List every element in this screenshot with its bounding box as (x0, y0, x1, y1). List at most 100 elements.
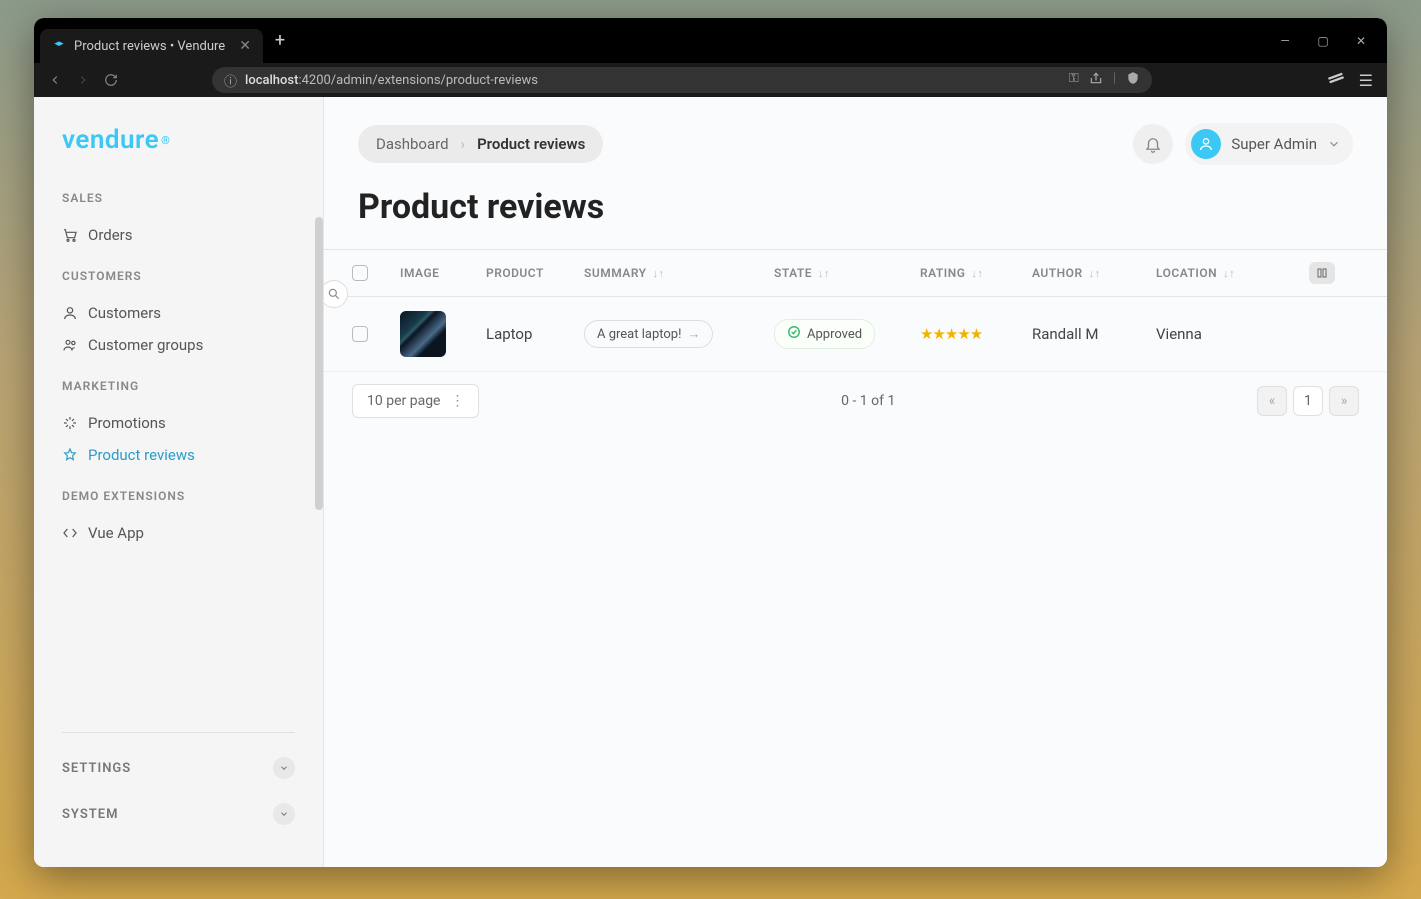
sidebar-system-label: SYSTEM (62, 807, 118, 822)
sort-icon: ↓↑ (1223, 267, 1235, 280)
table-header-row: IMAGE PRODUCT SUMMARY↓↑ STATE↓↑ RATING↓↑… (324, 249, 1387, 297)
sidebar-item-orders[interactable]: Orders (62, 219, 295, 251)
main-content: Dashboard › Product reviews Super Admin (324, 97, 1387, 867)
url-field[interactable]: ⓘ localhost :4200/admin/extensions/produ… (212, 67, 1152, 93)
user-icon (1198, 136, 1214, 152)
browser-titlebar: Product reviews • Vendure ✕ + — ▢ ✕ (34, 18, 1387, 63)
nav-section-sales: SALES Orders (34, 191, 323, 251)
column-product: PRODUCT (486, 266, 584, 280)
pagination-range: 0 - 1 of 1 (841, 393, 895, 409)
nav-forward-button[interactable] (76, 73, 90, 87)
breadcrumb-current: Product reviews (477, 135, 585, 153)
page-title: Product reviews (324, 187, 1387, 249)
pagination: « 1 » (1257, 386, 1359, 416)
sidebar-item-label: Vue App (88, 524, 144, 542)
arrow-right-icon: → (687, 326, 700, 342)
browser-menu-button[interactable]: ☰ (1359, 71, 1373, 90)
shield-icon[interactable] (1126, 71, 1140, 89)
sidebar-item-customer-groups[interactable]: Customer groups (62, 329, 295, 361)
browser-tab[interactable]: Product reviews • Vendure ✕ (40, 29, 263, 63)
sidebar-item-label: Orders (88, 226, 133, 244)
sidebar-item-vue-app[interactable]: Vue App (62, 517, 295, 549)
new-tab-button[interactable]: + (275, 30, 285, 51)
brand-logo[interactable]: vendure® (34, 97, 323, 173)
users-icon (62, 337, 78, 353)
per-page-selector[interactable]: 10 per page ⋮ (352, 384, 479, 418)
rating-stars: ★★★★★ (920, 325, 1032, 343)
column-location[interactable]: LOCATION↓↑ (1156, 266, 1290, 280)
user-icon (62, 305, 78, 321)
nav-heading-marketing: MARKETING (62, 379, 295, 393)
sidebar-item-label: Customer groups (88, 336, 203, 354)
sidebar-scrollbar[interactable] (315, 217, 323, 667)
select-all-checkbox[interactable] (352, 265, 368, 281)
nav-section-customers: CUSTOMERS Customers Customer groups (34, 269, 323, 361)
site-info-icon[interactable]: ⓘ (224, 71, 237, 90)
sort-icon: ↓↑ (1089, 267, 1101, 280)
sort-icon: ↓↑ (653, 267, 665, 280)
cart-icon (62, 227, 78, 243)
sidebar-item-label: Customers (88, 304, 161, 322)
sidebar-item-label: Product reviews (88, 446, 195, 464)
page-next[interactable]: » (1329, 386, 1359, 416)
sort-icon: ↓↑ (971, 267, 983, 280)
column-settings-button[interactable] (1309, 262, 1335, 284)
bell-icon (1144, 135, 1162, 153)
page-header: Dashboard › Product reviews Super Admin (324, 97, 1387, 187)
check-circle-icon (787, 325, 801, 343)
cell-location: Vienna (1156, 325, 1290, 343)
product-thumbnail[interactable] (400, 311, 446, 357)
user-name: Super Admin (1231, 135, 1317, 153)
chevron-right-icon: › (461, 135, 466, 153)
summary-chip[interactable]: A great laptop! → (584, 320, 713, 348)
table-row: Laptop A great laptop! → Approved ★★★ (324, 297, 1387, 372)
sidebar-divider (62, 732, 295, 733)
nav-heading-customers: CUSTOMERS (62, 269, 295, 283)
sidebar-item-customers[interactable]: Customers (62, 297, 295, 329)
avatar (1191, 129, 1221, 159)
chevron-down-icon (273, 757, 295, 779)
sidebar-settings[interactable]: SETTINGS (62, 745, 295, 791)
column-rating[interactable]: RATING↓↑ (920, 266, 1032, 280)
user-menu[interactable]: Super Admin (1185, 123, 1353, 165)
nav-heading-demo: DEMO EXTENSIONS (62, 489, 295, 503)
sidebar-item-reviews[interactable]: Product reviews (62, 439, 295, 471)
breadcrumb-root[interactable]: Dashboard (376, 135, 449, 153)
nav-section-marketing: MARKETING Promotions Product reviews (34, 379, 323, 471)
tab-favicon-icon (52, 39, 66, 53)
maximize-button[interactable]: ▢ (1313, 34, 1333, 48)
close-window-button[interactable]: ✕ (1351, 34, 1371, 48)
table-footer: 10 per page ⋮ 0 - 1 of 1 « 1 » (324, 372, 1387, 430)
sparkle-icon (62, 415, 78, 431)
minimize-button[interactable]: — (1275, 34, 1295, 48)
star-icon (62, 447, 78, 463)
code-icon (62, 525, 78, 541)
page-current[interactable]: 1 (1293, 386, 1323, 416)
page-prev[interactable]: « (1257, 386, 1287, 416)
column-author[interactable]: AUTHOR↓↑ (1032, 266, 1156, 280)
notifications-button[interactable] (1133, 124, 1173, 164)
browser-window: Product reviews • Vendure ✕ + — ▢ ✕ ⓘ lo… (34, 18, 1387, 867)
nav-back-button[interactable] (48, 73, 62, 87)
chevron-down-icon (1327, 137, 1341, 151)
nav-reload-button[interactable] (104, 73, 118, 87)
extension-icon[interactable] (1327, 69, 1345, 91)
tab-close-icon[interactable]: ✕ (239, 38, 251, 54)
sidebar: vendure® SALES Orders CUSTOMERS Customer… (34, 97, 324, 867)
sidebar-scrollbar-thumb[interactable] (315, 217, 323, 510)
password-key-icon[interactable]: ⚿ (1069, 71, 1079, 89)
nav-section-demo: DEMO EXTENSIONS Vue App (34, 489, 323, 549)
breadcrumb: Dashboard › Product reviews (358, 125, 603, 163)
share-icon[interactable] (1089, 71, 1103, 89)
sidebar-system[interactable]: SYSTEM (62, 791, 295, 837)
url-host: localhost (245, 73, 298, 88)
sidebar-item-promotions[interactable]: Promotions (62, 407, 295, 439)
row-checkbox[interactable] (352, 326, 368, 342)
columns-icon (1316, 267, 1328, 279)
nav-heading-sales: SALES (62, 191, 295, 205)
state-badge: Approved (774, 319, 875, 349)
sidebar-settings-label: SETTINGS (62, 761, 131, 776)
chevron-down-icon (273, 803, 295, 825)
column-state[interactable]: STATE↓↑ (774, 266, 920, 280)
column-summary[interactable]: SUMMARY↓↑ (584, 266, 774, 280)
